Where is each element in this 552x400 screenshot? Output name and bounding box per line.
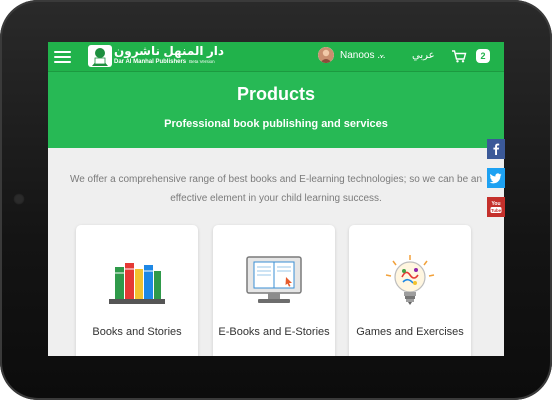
product-card-label: Books and Stories (92, 326, 182, 338)
language-toggle[interactable]: عربي (412, 50, 435, 61)
tablet-frame: دار المنهل ناشرون Dar Al Manhal Publishe… (0, 0, 552, 400)
product-card-label: Games and Exercises (356, 326, 464, 338)
lightbulb-brain-icon (385, 255, 435, 305)
twitter-share-button[interactable] (487, 168, 505, 188)
svg-text:You: You (491, 201, 500, 207)
cart-icon[interactable] (451, 49, 467, 63)
menu-icon[interactable] (54, 48, 71, 64)
brand-name-english: Dar Al Manhal Publishers Beta Version (114, 59, 215, 65)
youtube-share-button[interactable]: You Tube (487, 197, 505, 217)
publisher-logo[interactable] (88, 45, 112, 67)
svg-text:Tube: Tube (491, 208, 502, 213)
books-icon (109, 263, 165, 304)
product-card-games[interactable]: Games and Exercises (349, 225, 471, 356)
app-screen: دار المنهل ناشرون Dar Al Manhal Publishe… (48, 42, 504, 356)
top-navigation-bar: دار المنهل ناشرون Dar Al Manhal Publishe… (48, 42, 504, 72)
brand-name-english-text: Dar Al Manhal Publishers (114, 59, 187, 65)
cart-count-badge[interactable]: 2 (476, 49, 490, 63)
page-title: Products (236, 84, 315, 104)
products-hero-banner: Products Professional book publishing an… (48, 72, 504, 148)
beta-label: Beta Version (189, 59, 215, 64)
chevron-down-icon[interactable]: ⌄ (378, 49, 386, 60)
brand-name-arabic: دار المنهل ناشرون (114, 44, 225, 58)
tablet-home-button (13, 193, 25, 205)
twitter-icon (489, 173, 502, 184)
product-card-books[interactable]: Books and Stories (76, 225, 198, 356)
intro-paragraph: We offer a comprehensive range of best b… (69, 174, 483, 204)
page-subtitle: Professional book publishing and service… (164, 118, 388, 130)
facebook-share-button[interactable] (487, 139, 505, 159)
product-card-label: E-Books and E-Stories (218, 326, 330, 338)
avatar[interactable] (318, 47, 334, 63)
ebook-monitor-icon (246, 256, 302, 303)
product-card-ebooks[interactable]: E-Books and E-Stories (213, 225, 335, 356)
facebook-icon (493, 143, 500, 155)
youtube-icon: You Tube (490, 201, 502, 213)
